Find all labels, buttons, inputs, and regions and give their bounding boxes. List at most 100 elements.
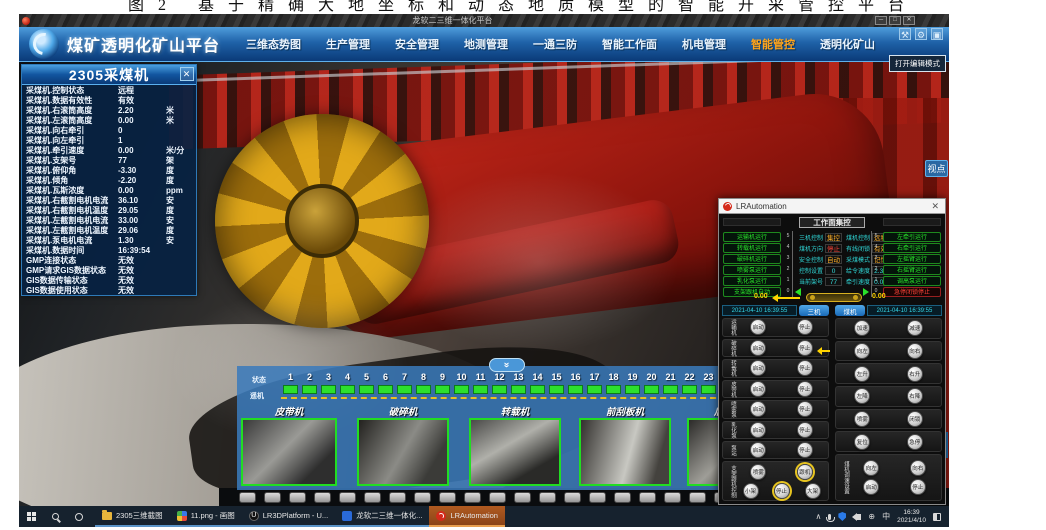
control-button[interactable]: 停止	[797, 381, 813, 397]
control-button[interactable]: 向右	[907, 343, 923, 359]
control-button[interactable]: 停止	[797, 422, 813, 438]
taskbar-app[interactable]: 龙软二三维一体化...	[335, 506, 429, 527]
gear-icon[interactable]: ⚙	[915, 28, 927, 40]
control-button[interactable]: 喷雾	[750, 464, 766, 480]
support-number[interactable]: 13	[513, 372, 523, 382]
support-icon[interactable]	[439, 492, 456, 503]
nav-item[interactable]: 地测管理	[464, 36, 508, 52]
control-button[interactable]: 启动	[750, 340, 766, 356]
control-button[interactable]: 加速	[854, 320, 870, 336]
support-icon[interactable]	[589, 492, 606, 503]
camera-thumb[interactable]	[469, 418, 561, 486]
support-icon[interactable]	[239, 492, 256, 503]
viewpoint-tab[interactable]: 视点	[925, 160, 948, 177]
support-number[interactable]: 8	[421, 372, 426, 382]
taskbar-app[interactable]: 2305三维截图	[95, 506, 170, 527]
control-button[interactable]: 小架	[743, 483, 759, 499]
camera-thumb[interactable]	[241, 418, 337, 486]
maximize-button[interactable]: □	[889, 16, 901, 25]
control-button[interactable]: 减速	[907, 320, 923, 336]
support-number[interactable]: 21	[665, 372, 675, 382]
control-button[interactable]: 启动	[750, 401, 766, 417]
control-button[interactable]: 停止	[797, 401, 813, 417]
support-number[interactable]: 19	[627, 372, 637, 382]
control-button[interactable]: 跟机	[797, 464, 813, 480]
support-icon[interactable]	[314, 492, 331, 503]
support-number[interactable]: 2	[307, 372, 312, 382]
control-button[interactable]: 喷雾	[854, 411, 870, 427]
taskbar-app[interactable]: 11.png - 画图	[170, 506, 242, 527]
support-number[interactable]: 11	[476, 372, 486, 382]
control-button[interactable]: 大架	[805, 483, 821, 499]
support-icon[interactable]	[339, 492, 356, 503]
taskbar-app[interactable]: LRAutomation	[429, 506, 505, 527]
control-button[interactable]: 停止	[797, 360, 813, 376]
support-number[interactable]: 20	[646, 372, 656, 382]
support-number[interactable]: 12	[494, 372, 504, 382]
support-icon[interactable]	[414, 492, 431, 503]
support-number[interactable]: 4	[345, 372, 350, 382]
control-button[interactable]: 右降	[907, 388, 923, 404]
support-number[interactable]: 15	[551, 372, 561, 382]
control-button[interactable]: 停止	[910, 479, 926, 495]
control-button[interactable]: 启动	[750, 422, 766, 438]
group-tab[interactable]: 三机	[799, 305, 829, 316]
taskbar-app[interactable]: LR3DPlatform - U...	[242, 506, 335, 527]
control-button[interactable]: 向左	[863, 460, 879, 476]
support-icon[interactable]	[664, 492, 681, 503]
nav-item[interactable]: 生产管理	[326, 36, 370, 52]
support-icon[interactable]	[489, 492, 506, 503]
wrench-icon[interactable]: ⚒	[899, 28, 911, 40]
support-icon[interactable]	[364, 492, 381, 503]
open-edit-mode-button[interactable]: 打开编辑模式	[889, 55, 946, 72]
support-number[interactable]: 22	[684, 372, 694, 382]
control-button[interactable]: 左降	[854, 388, 870, 404]
support-number[interactable]: 23	[703, 372, 713, 382]
network-icon[interactable]: ⊕	[868, 512, 875, 521]
speaker-icon[interactable]	[853, 514, 861, 520]
control-button[interactable]: 右升	[907, 366, 923, 382]
support-icon[interactable]	[289, 492, 306, 503]
control-button[interactable]: 停止	[774, 483, 790, 499]
nav-item[interactable]: 智能工作面	[602, 36, 657, 52]
strip-collapse-button[interactable]: «	[489, 358, 525, 372]
shield-icon[interactable]	[838, 512, 846, 521]
support-icon[interactable]	[264, 492, 281, 503]
support-number[interactable]: 14	[532, 372, 542, 382]
nav-item[interactable]: 一通三防	[533, 36, 577, 52]
group-tab[interactable]: 煤机	[835, 305, 865, 316]
support-icon[interactable]	[514, 492, 531, 503]
camera-thumb[interactable]	[357, 418, 449, 486]
nav-item[interactable]: 三维态势图	[246, 36, 301, 52]
search-button[interactable]	[43, 506, 67, 527]
ime-indicator[interactable]: 中	[882, 511, 890, 522]
control-button[interactable]: 左升	[854, 366, 870, 382]
nav-item[interactable]: 透明化矿山	[820, 36, 875, 52]
cortana-button[interactable]	[67, 506, 91, 527]
support-number[interactable]: 6	[383, 372, 388, 382]
window-mode-icon[interactable]: ▣	[931, 28, 943, 40]
nav-item[interactable]: 安全管理	[395, 36, 439, 52]
support-number[interactable]: 10	[456, 372, 466, 382]
support-icon[interactable]	[614, 492, 631, 503]
support-icon[interactable]	[564, 492, 581, 503]
support-icon[interactable]	[689, 492, 706, 503]
control-button[interactable]: 启动	[750, 442, 766, 458]
support-number[interactable]: 7	[402, 372, 407, 382]
clock[interactable]: 16:39 2021/4/10	[897, 509, 926, 524]
control-button[interactable]: 向左	[854, 343, 870, 359]
support-icon[interactable]	[639, 492, 656, 503]
control-button[interactable]: 启动	[863, 479, 879, 495]
support-number[interactable]: 18	[608, 372, 618, 382]
control-button[interactable]: 启动	[750, 381, 766, 397]
notification-icon[interactable]	[933, 513, 941, 521]
camera-thumb[interactable]	[579, 418, 671, 486]
start-button[interactable]	[19, 506, 43, 527]
support-number[interactable]: 17	[589, 372, 599, 382]
support-number[interactable]: 3	[326, 372, 331, 382]
nav-item[interactable]: 智能管控	[751, 36, 795, 52]
support-number[interactable]: 5	[364, 372, 369, 382]
control-button[interactable]: 停止	[797, 319, 813, 335]
control-button[interactable]: 急停	[907, 434, 923, 450]
support-icon[interactable]	[539, 492, 556, 503]
